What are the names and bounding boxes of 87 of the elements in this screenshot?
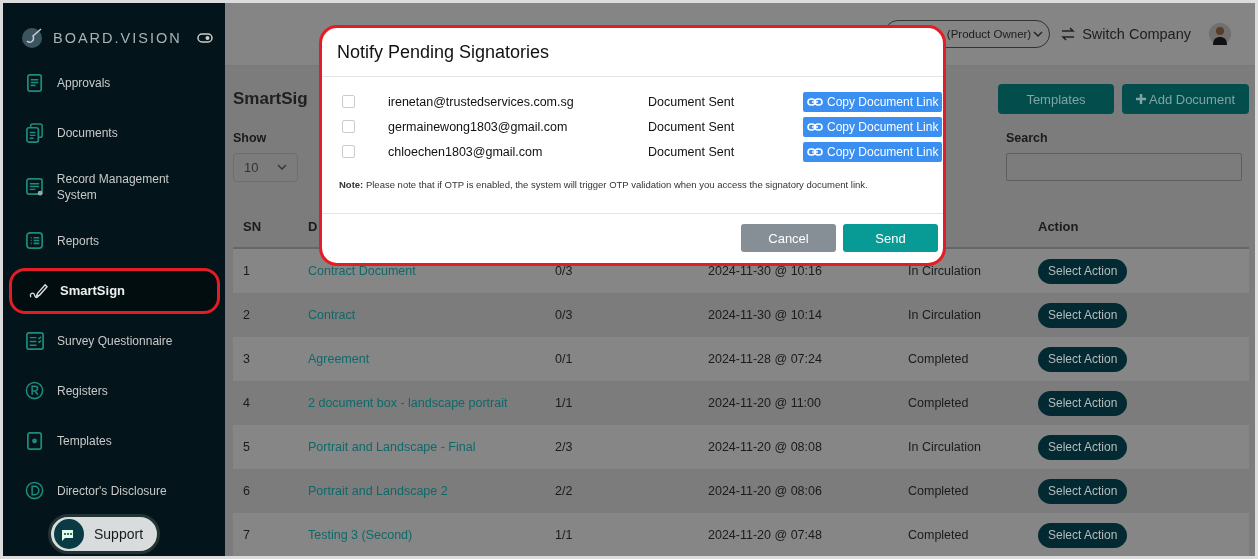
- chat-icon: [54, 519, 84, 549]
- table-cell-text: 2024-11-30 @ 10:16: [707, 264, 823, 278]
- signatory-status: Document Sent: [648, 119, 736, 134]
- column-header: SN: [242, 218, 263, 234]
- select-action-button[interactable]: Select Action: [1038, 346, 1128, 372]
- sidebar-item[interactable]: Reports: [3, 221, 225, 261]
- signatory-status: Document Sent: [648, 94, 736, 109]
- select-action-button[interactable]: Select Action: [1038, 434, 1128, 460]
- signatory-email: chloechen1803@gmail.com: [388, 144, 544, 159]
- avatar-icon: [1209, 23, 1231, 45]
- table-cell-text: Completed: [907, 396, 970, 410]
- table-cell-text: 1/1: [554, 528, 574, 542]
- table-cell-text: 5: [242, 440, 251, 454]
- table-cell-text: In Circulation: [907, 308, 982, 322]
- table-cell-text: 0/3: [554, 308, 574, 322]
- table-cell-text: In Circulation: [907, 264, 982, 278]
- add-document-button[interactable]: Add Document: [1122, 84, 1249, 114]
- table-cell-text: 0/1: [554, 352, 574, 366]
- chevron-down-icon: [277, 164, 287, 171]
- table-cell-text: 2024-11-20 @ 08:06: [707, 484, 823, 498]
- table-cell-text: 2/2: [554, 484, 574, 498]
- table-cell-text: Completed: [907, 528, 970, 542]
- sidebar-item[interactable]: Approvals: [3, 63, 225, 103]
- swap-icon: [1060, 26, 1077, 42]
- list-icon: [25, 231, 45, 251]
- disclosure-icon: [25, 481, 45, 501]
- checkbox[interactable]: [342, 120, 355, 133]
- column-header: D: [307, 218, 319, 234]
- sidebar-item[interactable]: Registers: [3, 371, 225, 411]
- search-label: Search: [1006, 131, 1049, 145]
- table-cell-text: In Circulation: [907, 440, 982, 454]
- sidebar-item[interactable]: Director's Disclosure: [3, 471, 225, 511]
- pen-signature-icon: [28, 281, 48, 301]
- select-action-button[interactable]: Select Action: [1038, 258, 1128, 284]
- table-cell-text: 6: [242, 484, 251, 498]
- signatory-email: irenetan@trustedservices.com.sg: [388, 94, 575, 109]
- logo-text: BOARD.VISION: [53, 30, 183, 46]
- template-icon: [25, 431, 45, 451]
- table-cell-text: 1: [242, 264, 251, 278]
- table-cell-text: 1/1: [554, 396, 574, 410]
- page-title: SmartSig: [233, 89, 308, 109]
- toggle-icon: [197, 33, 213, 43]
- show-label: Show: [233, 131, 268, 145]
- select-action-button[interactable]: Select Action: [1038, 522, 1128, 548]
- switch-company-link[interactable]: Switch Company: [1060, 26, 1191, 42]
- link-icon: [807, 121, 823, 132]
- link-icon: [807, 96, 823, 107]
- table-cell-text: 2: [242, 308, 251, 322]
- checklist-icon: [25, 331, 45, 351]
- sidebar-item[interactable]: Record Management System: [3, 163, 225, 211]
- table-cell-text: 2024-11-30 @ 10:14: [707, 308, 823, 322]
- sidebar-item[interactable]: Documents: [3, 113, 225, 153]
- table-cell-text: 4: [242, 396, 251, 410]
- checkbox[interactable]: [342, 145, 355, 158]
- column-header: Action: [1037, 218, 1080, 234]
- sidebar-item[interactable]: Templates: [3, 421, 225, 461]
- checkbox[interactable]: [342, 95, 355, 108]
- table-cell-text: 2024-11-20 @ 07:48: [707, 528, 823, 542]
- templates-button[interactable]: Templates: [998, 84, 1114, 114]
- note-text: Note: Please note that if OTP is enabled, the system will trigger OTP validation when you access the signatory document link.: [339, 179, 868, 190]
- plus-icon: [1136, 94, 1146, 104]
- dialog-title: Notify Pending Signatories: [322, 28, 943, 77]
- search-field[interactable]: [1006, 153, 1242, 181]
- table-cell-text: 7: [242, 528, 251, 542]
- record-icon: [25, 177, 45, 197]
- select-action-button[interactable]: Select Action: [1038, 390, 1128, 416]
- sidebar-item[interactable]: SmartSign: [9, 268, 220, 314]
- table-cell-text: 3: [242, 352, 251, 366]
- signatory-email: germainewong1803@gmail.com: [388, 119, 569, 134]
- link-icon: [807, 146, 823, 157]
- chevron-down-icon: [1033, 30, 1044, 38]
- table-cell-text: 2024-11-20 @ 08:08: [707, 440, 823, 454]
- select-action-button[interactable]: Select Action: [1038, 478, 1128, 504]
- table-cell-text: 0/3: [554, 264, 574, 278]
- table-cell-text: 2/3: [554, 440, 574, 454]
- document-icon: [25, 73, 45, 93]
- support-button[interactable]: Support: [48, 514, 161, 554]
- signatory-status: Document Sent: [648, 144, 736, 159]
- logo-icon: [21, 27, 45, 49]
- sidebar-item[interactable]: Survey Questionnaire: [3, 321, 225, 361]
- registered-icon: [25, 381, 45, 401]
- table-cell-text: Completed: [907, 352, 970, 366]
- documents-icon: [25, 123, 45, 143]
- select-action-button[interactable]: Select Action: [1038, 302, 1128, 328]
- table-cell-text: 2024-11-20 @ 11:00: [707, 396, 822, 410]
- table-cell-text: 2024-11-28 @ 07:24: [707, 352, 823, 366]
- table-cell-text: Completed: [907, 484, 970, 498]
